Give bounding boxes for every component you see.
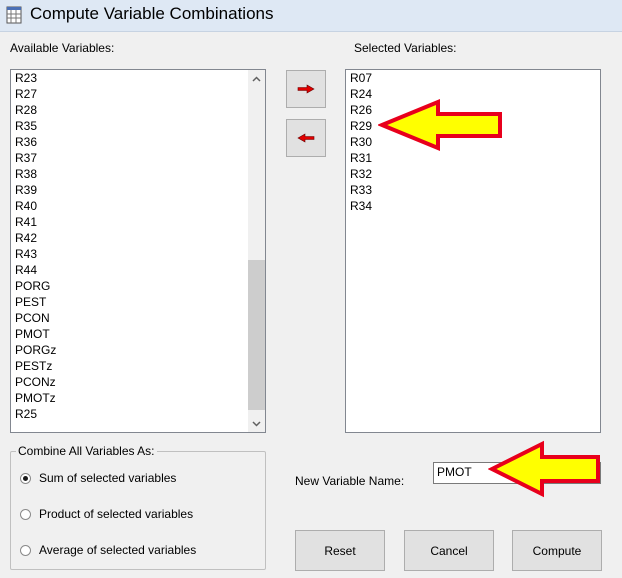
- compute-button[interactable]: Compute: [512, 530, 602, 571]
- list-item[interactable]: R27: [11, 86, 245, 102]
- radio-sum[interactable]: Sum of selected variables: [20, 471, 250, 487]
- combine-legend: Combine All Variables As:: [16, 444, 157, 458]
- chevron-down-icon[interactable]: [248, 415, 265, 432]
- red-arrow-left-icon: [297, 133, 315, 143]
- radio-selected-dot: [23, 476, 28, 481]
- annotation-arrow-icon: [488, 440, 600, 498]
- list-item[interactable]: PCON: [11, 310, 245, 326]
- title-bar: Compute Variable Combinations: [0, 0, 622, 32]
- list-item[interactable]: R43: [11, 246, 245, 262]
- list-item[interactable]: R07: [346, 70, 596, 86]
- list-item[interactable]: R41: [11, 214, 245, 230]
- selected-variables-label: Selected Variables:: [354, 41, 457, 55]
- list-item[interactable]: R40: [11, 198, 245, 214]
- red-arrow-right-icon: [297, 84, 315, 94]
- reset-button[interactable]: Reset: [295, 530, 385, 571]
- scrollbar-thumb[interactable]: [248, 260, 265, 410]
- cancel-button[interactable]: Cancel: [404, 530, 494, 571]
- app-table-icon: [6, 6, 22, 24]
- list-item[interactable]: R39: [11, 182, 245, 198]
- available-variables-label: Available Variables:: [10, 41, 115, 55]
- list-item[interactable]: R33: [346, 182, 596, 198]
- list-item[interactable]: R32: [346, 166, 596, 182]
- available-scrollbar[interactable]: [248, 70, 265, 432]
- radio-sum-circle[interactable]: [20, 473, 31, 484]
- add-variable-button[interactable]: [286, 70, 326, 108]
- radio-average[interactable]: Average of selected variables: [20, 543, 250, 559]
- radio-product-circle[interactable]: [20, 509, 31, 520]
- list-item[interactable]: R23: [11, 70, 245, 86]
- radio-average-label: Average of selected variables: [39, 543, 197, 557]
- list-item[interactable]: R36: [11, 134, 245, 150]
- list-item[interactable]: PMOTz: [11, 390, 245, 406]
- list-item[interactable]: PMOT: [11, 326, 245, 342]
- list-item[interactable]: PEST: [11, 294, 245, 310]
- available-variables-list[interactable]: R23 R27 R28 R35 R36 R37 R38 R39 R40 R41 R42 R43 R44 P…: [10, 69, 266, 433]
- list-item[interactable]: PCONz: [11, 374, 245, 390]
- chevron-up-icon[interactable]: [248, 70, 265, 87]
- list-item[interactable]: PESTz: [11, 358, 245, 374]
- remove-variable-button[interactable]: [286, 119, 326, 157]
- list-item[interactable]: R44: [11, 262, 245, 278]
- list-item[interactable]: R25: [11, 406, 245, 422]
- list-item[interactable]: R38: [11, 166, 245, 182]
- available-variables-items: R23 R27 R28 R35 R36 R37 R38 R39 R40 R41 R42 R43 R44 P…: [11, 70, 245, 422]
- radio-sum-label: Sum of selected variables: [39, 471, 177, 485]
- new-variable-name-label: New Variable Name:: [295, 474, 405, 488]
- list-item[interactable]: R37: [11, 150, 245, 166]
- list-item[interactable]: R28: [11, 102, 245, 118]
- window-title: Compute Variable Combinations: [30, 4, 274, 23]
- list-item[interactable]: PORGz: [11, 342, 245, 358]
- radio-product-label: Product of selected variables: [39, 507, 194, 521]
- annotation-arrow-icon: [378, 99, 502, 151]
- radio-product[interactable]: Product of selected variables: [20, 507, 250, 523]
- list-item[interactable]: R31: [346, 150, 596, 166]
- radio-average-circle[interactable]: [20, 545, 31, 556]
- list-item[interactable]: R35: [11, 118, 245, 134]
- list-item[interactable]: R42: [11, 230, 245, 246]
- list-item[interactable]: R34: [346, 198, 596, 214]
- list-item[interactable]: PORG: [11, 278, 245, 294]
